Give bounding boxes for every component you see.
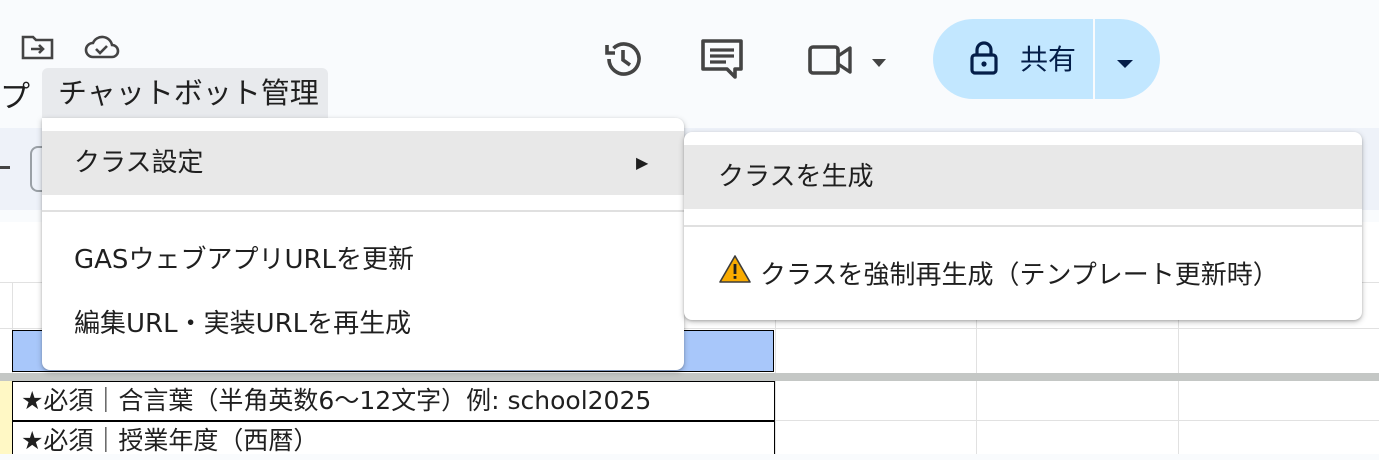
share-options-chevron-icon[interactable]	[1115, 55, 1135, 74]
table-cell[interactable]: ★必須｜合言葉（半角英数6～12文字）例: school2025	[12, 381, 775, 421]
share-divider	[1093, 19, 1095, 99]
menu-item-regenerate-urls[interactable]: 編集URL・実装URLを再生成	[42, 294, 684, 354]
menu-item-label: クラス設定	[74, 148, 204, 178]
warning-icon	[718, 245, 752, 307]
menu-item-label: クラスを強制再生成（テンプレート更新時）	[760, 260, 1279, 291]
video-call-icon[interactable]	[806, 40, 854, 80]
history-icon[interactable]	[600, 36, 646, 82]
submenu-arrow-icon: ▶	[636, 153, 649, 172]
table-cell[interactable]: ★必須｜授業年度（西暦）	[12, 421, 775, 455]
menu-separator	[684, 225, 1362, 227]
menubar-item-partial[interactable]: プ	[0, 72, 30, 116]
share-label: 共有	[1020, 43, 1077, 76]
move-to-folder-icon[interactable]	[20, 32, 56, 62]
video-dropdown-chevron-icon[interactable]	[870, 54, 888, 73]
menu-item-generate-class[interactable]: クラスを生成	[684, 145, 1362, 209]
zoom-out-icon[interactable]	[0, 166, 10, 169]
menu-separator	[42, 210, 684, 212]
menu-item-force-regenerate-class[interactable]: クラスを強制再生成（テンプレート更新時）	[684, 244, 1362, 306]
menu-item-label: GASウェブアプリURLを更新	[74, 245, 415, 275]
freeze-divider[interactable]	[0, 373, 1379, 381]
comment-icon[interactable]	[698, 36, 746, 82]
class-settings-submenu: クラスを生成 クラスを強制再生成（テンプレート更新時）	[684, 132, 1362, 320]
menu-item-update-gas-url[interactable]: GASウェブアプリURLを更新	[42, 230, 684, 290]
lock-icon	[968, 40, 1000, 80]
cloud-saved-icon[interactable]	[82, 32, 122, 62]
menubar-item-chatbot-admin[interactable]: チャットボット管理	[42, 68, 328, 118]
menu-item-class-settings[interactable]: クラス設定 ▶	[42, 131, 684, 195]
menu-item-label: クラスを生成	[718, 162, 874, 192]
chatbot-admin-menu: クラス設定 ▶ GASウェブアプリURLを更新 編集URL・実装URLを再生成	[42, 118, 684, 370]
menu-item-label: 編集URL・実装URLを再生成	[74, 309, 412, 339]
